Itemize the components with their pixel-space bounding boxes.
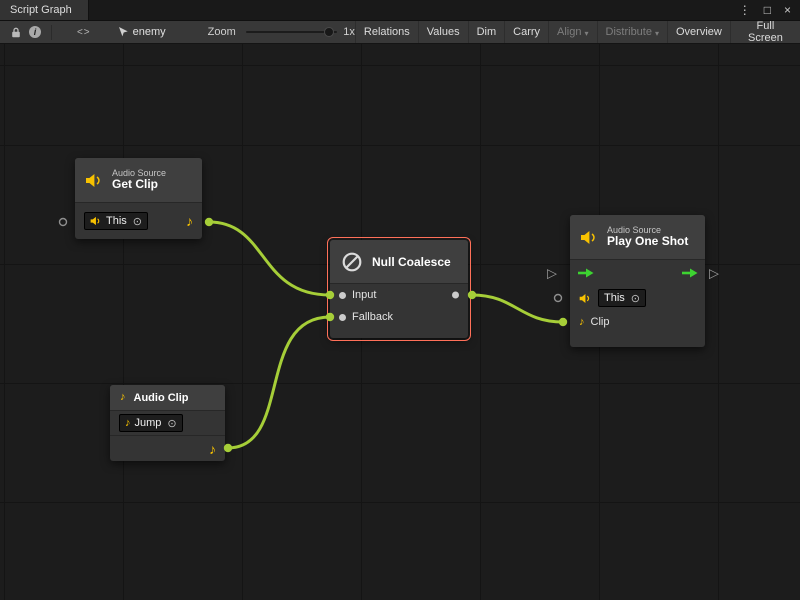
port-connection-dot[interactable] <box>205 218 213 226</box>
clip-note-icon: ♪ <box>579 317 585 328</box>
zoom-value: 1x <box>343 26 355 38</box>
fallback-port-label: Fallback <box>352 311 393 323</box>
audio-clip-icon: ♪ <box>120 392 126 403</box>
audio-source-icon <box>580 230 599 245</box>
info-icon[interactable]: i <box>29 26 41 38</box>
full-screen-button[interactable]: Full Screen <box>730 21 800 43</box>
flow-input-triangle-icon[interactable]: ▷ <box>547 267 557 280</box>
tab-script-graph[interactable]: Script Graph <box>0 0 89 20</box>
clip-port-row[interactable]: ♪ Clip <box>570 310 705 334</box>
node-body: This ⊙ ♪ <box>75 203 202 239</box>
target-dropdown[interactable]: This ⊙ <box>84 212 148 230</box>
distribute-button[interactable]: Distribute ▾ <box>597 21 667 43</box>
flow-ports-row <box>570 260 705 286</box>
node-null-coalesce[interactable]: Null Coalesce Input Fallback <box>330 240 468 338</box>
relations-button[interactable]: Relations <box>355 21 418 43</box>
toolbar-buttons: Relations Values Dim Carry Align ▾ Distr… <box>355 21 800 43</box>
input-port[interactable] <box>339 292 346 299</box>
target-dropdown[interactable]: This ⊙ <box>598 289 646 307</box>
flow-output-triangle-icon[interactable]: ▷ <box>709 267 719 280</box>
input-port-label: Input <box>352 289 376 301</box>
graph-toolbar: i <> enemy Zoom 1x Relations Values Dim … <box>0 21 800 44</box>
zoom-label: Zoom <box>208 26 236 38</box>
port-connection-dot[interactable] <box>224 444 232 452</box>
port-connection-dot[interactable] <box>559 318 567 326</box>
node-header: ♪ Audio Clip <box>110 385 225 411</box>
fallback-port-row[interactable]: Fallback <box>330 306 468 328</box>
graph-name: enemy <box>133 26 166 38</box>
note-icon: ♪ <box>125 418 131 429</box>
unconnected-target-port[interactable] <box>60 219 67 226</box>
input-port-row[interactable]: Input <box>330 284 468 306</box>
dim-button[interactable]: Dim <box>468 21 505 43</box>
script-graph-window: Script Graph ⋮ □ × i <> enemy Zoom <box>0 0 800 600</box>
object-picker-icon[interactable]: ⊙ <box>133 215 142 228</box>
maximize-icon[interactable]: □ <box>764 4 771 16</box>
node-footer <box>570 334 705 347</box>
wire-result-to-clip[interactable] <box>472 295 563 322</box>
align-button[interactable]: Align ▾ <box>548 21 596 43</box>
fallback-port[interactable] <box>339 314 346 321</box>
graph-canvas[interactable]: Audio Source Get Clip This ⊙ ♪ <box>0 44 800 600</box>
audio-clip-dropdown[interactable]: ♪ Jump ⊙ <box>119 414 183 432</box>
speaker-icon <box>579 293 592 304</box>
values-button[interactable]: Values <box>418 21 468 43</box>
clip-output-note-icon[interactable]: ♪ <box>209 442 216 456</box>
port-connection-dot[interactable] <box>468 291 476 299</box>
value-row: ♪ Jump ⊙ <box>110 411 225 435</box>
flow-out-arrow-icon[interactable] <box>681 268 698 279</box>
node-title: Play One Shot <box>607 235 688 249</box>
code-icon[interactable]: <> <box>72 27 96 38</box>
target-row: This ⊙ <box>570 286 705 310</box>
window-controls: ⋮ □ × <box>739 0 800 20</box>
node-footer <box>330 328 468 338</box>
graph-breadcrumb[interactable]: enemy <box>118 26 166 38</box>
overview-button[interactable]: Overview <box>667 21 730 43</box>
zoom-slider-knob[interactable] <box>324 27 334 37</box>
cursor-icon <box>118 26 128 38</box>
object-picker-icon[interactable]: ⊙ <box>631 292 640 305</box>
target-value: This <box>106 215 127 227</box>
chevron-down-icon: ▾ <box>585 29 589 38</box>
node-header: Audio Source Get Clip <box>75 158 202 203</box>
output-row: ♪ <box>110 436 225 461</box>
node-title: Null Coalesce <box>372 255 451 269</box>
audio-source-icon <box>85 173 104 188</box>
node-audio-clip[interactable]: ♪ Audio Clip ♪ Jump ⊙ ♪ <box>110 385 225 461</box>
lock-icon[interactable] <box>6 27 26 38</box>
chevron-down-icon: ▾ <box>655 29 659 38</box>
speaker-icon <box>90 216 102 226</box>
node-play-one-shot[interactable]: Audio Source Play One Shot <box>570 215 705 347</box>
flow-in-arrow-icon[interactable] <box>577 268 594 279</box>
node-header: Null Coalesce <box>330 240 468 284</box>
node-title: Audio Clip <box>134 392 189 404</box>
node-title: Get Clip <box>112 178 166 192</box>
node-header: Audio Source Play One Shot <box>570 215 705 260</box>
null-coalesce-icon <box>340 250 364 274</box>
unconnected-target-port[interactable] <box>555 295 562 302</box>
audio-clip-value: Jump <box>135 417 162 429</box>
carry-button[interactable]: Carry <box>504 21 548 43</box>
close-icon[interactable]: × <box>784 4 791 16</box>
zoom-slider[interactable] <box>246 25 337 39</box>
target-value: This <box>604 292 625 304</box>
window-tab-bar: Script Graph ⋮ □ × <box>0 0 800 21</box>
wire-audioclip-to-fallback[interactable] <box>228 317 330 448</box>
tab-title: Script Graph <box>10 4 72 16</box>
toolbar-divider <box>51 25 52 40</box>
result-output-port[interactable] <box>452 292 459 299</box>
clip-port-label: Clip <box>591 316 610 328</box>
wire-getclip-to-input[interactable] <box>209 222 330 295</box>
node-get-clip[interactable]: Audio Source Get Clip This ⊙ ♪ <box>75 158 202 239</box>
object-picker-icon[interactable]: ⊙ <box>167 417 176 430</box>
menu-icon[interactable]: ⋮ <box>739 4 751 16</box>
clip-output-note-icon[interactable]: ♪ <box>186 214 193 228</box>
